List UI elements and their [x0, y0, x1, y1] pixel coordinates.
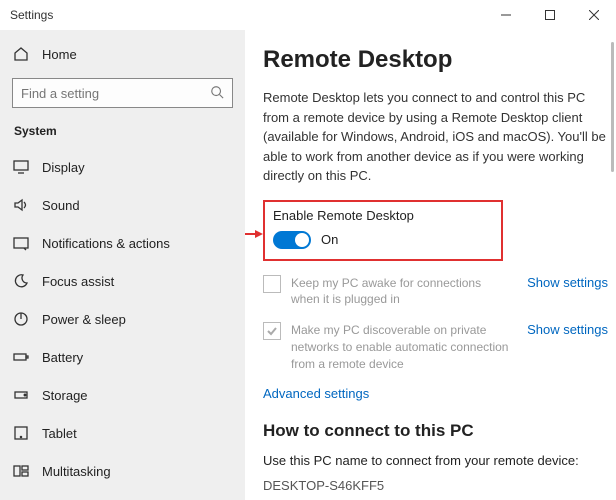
home-label: Home: [42, 47, 77, 62]
nav-item-power-sleep[interactable]: Power & sleep: [0, 300, 245, 338]
monitor-icon: [12, 159, 30, 175]
search-field[interactable]: [21, 86, 210, 101]
advanced-settings-link[interactable]: Advanced settings: [263, 386, 369, 401]
sound-icon: [12, 197, 30, 213]
battery-icon: [12, 349, 30, 365]
nav-label: Power & sleep: [42, 312, 126, 327]
discoverable-label: Make my PC discoverable on private netwo…: [291, 322, 517, 372]
multitask-icon: [12, 463, 30, 479]
keep-awake-label: Keep my PC awake for connections when it…: [291, 275, 517, 309]
connect-description: Use this PC name to connect from your re…: [263, 453, 608, 468]
nav-item-projecting[interactable]: Projecting to this PC: [0, 490, 245, 500]
nav-item-tablet[interactable]: Tablet: [0, 414, 245, 452]
section-label: System: [0, 118, 245, 148]
page-title: Remote Desktop: [263, 46, 608, 74]
nav-label: Storage: [42, 388, 88, 403]
window-title: Settings: [0, 8, 484, 22]
nav-label: Notifications & actions: [42, 236, 170, 251]
nav-label: Sound: [42, 198, 80, 213]
maximize-button[interactable]: [528, 0, 572, 30]
nav-list: Display Sound Notifications & actions Fo…: [0, 148, 245, 500]
nav-item-storage[interactable]: Storage: [0, 376, 245, 414]
titlebar: Settings: [0, 0, 616, 30]
nav-item-sound[interactable]: Sound: [0, 186, 245, 224]
toggle-label: Enable Remote Desktop: [273, 208, 493, 223]
content-panel: Remote Desktop Remote Desktop lets you c…: [245, 30, 616, 500]
sidebar: Home System Display Sound: [0, 30, 245, 500]
discoverable-checkbox[interactable]: [263, 322, 281, 340]
arrow-annotation: [245, 226, 263, 245]
nav-label: Tablet: [42, 426, 77, 441]
nav-item-display[interactable]: Display: [0, 148, 245, 186]
nav-label: Display: [42, 160, 85, 175]
close-button[interactable]: [572, 0, 616, 30]
nav-item-focus-assist[interactable]: Focus assist: [0, 262, 245, 300]
page-description: Remote Desktop lets you connect to and c…: [263, 88, 608, 186]
remote-desktop-toggle[interactable]: [273, 231, 311, 249]
toggle-state: On: [321, 232, 338, 247]
scrollbar[interactable]: [611, 42, 614, 172]
notification-icon: [12, 235, 30, 251]
show-settings-link-1[interactable]: Show settings: [527, 275, 608, 290]
power-icon: [12, 311, 30, 327]
nav-item-notifications[interactable]: Notifications & actions: [0, 224, 245, 262]
home-button[interactable]: Home: [0, 36, 245, 72]
show-settings-link-2[interactable]: Show settings: [527, 322, 608, 337]
nav-label: Battery: [42, 350, 83, 365]
tablet-icon: [12, 425, 30, 441]
minimize-button[interactable]: [484, 0, 528, 30]
home-icon: [12, 46, 30, 62]
keep-awake-checkbox[interactable]: [263, 275, 281, 293]
search-icon: [210, 85, 224, 102]
connect-heading: How to connect to this PC: [263, 421, 608, 441]
storage-icon: [12, 387, 30, 403]
nav-item-multitasking[interactable]: Multitasking: [0, 452, 245, 490]
search-input[interactable]: [12, 78, 233, 108]
moon-icon: [12, 273, 30, 289]
highlight-annotation: Enable Remote Desktop On: [263, 200, 503, 261]
pc-name: DESKTOP-S46KFF5: [263, 478, 608, 493]
nav-label: Multitasking: [42, 464, 111, 479]
nav-item-battery[interactable]: Battery: [0, 338, 245, 376]
nav-label: Focus assist: [42, 274, 114, 289]
